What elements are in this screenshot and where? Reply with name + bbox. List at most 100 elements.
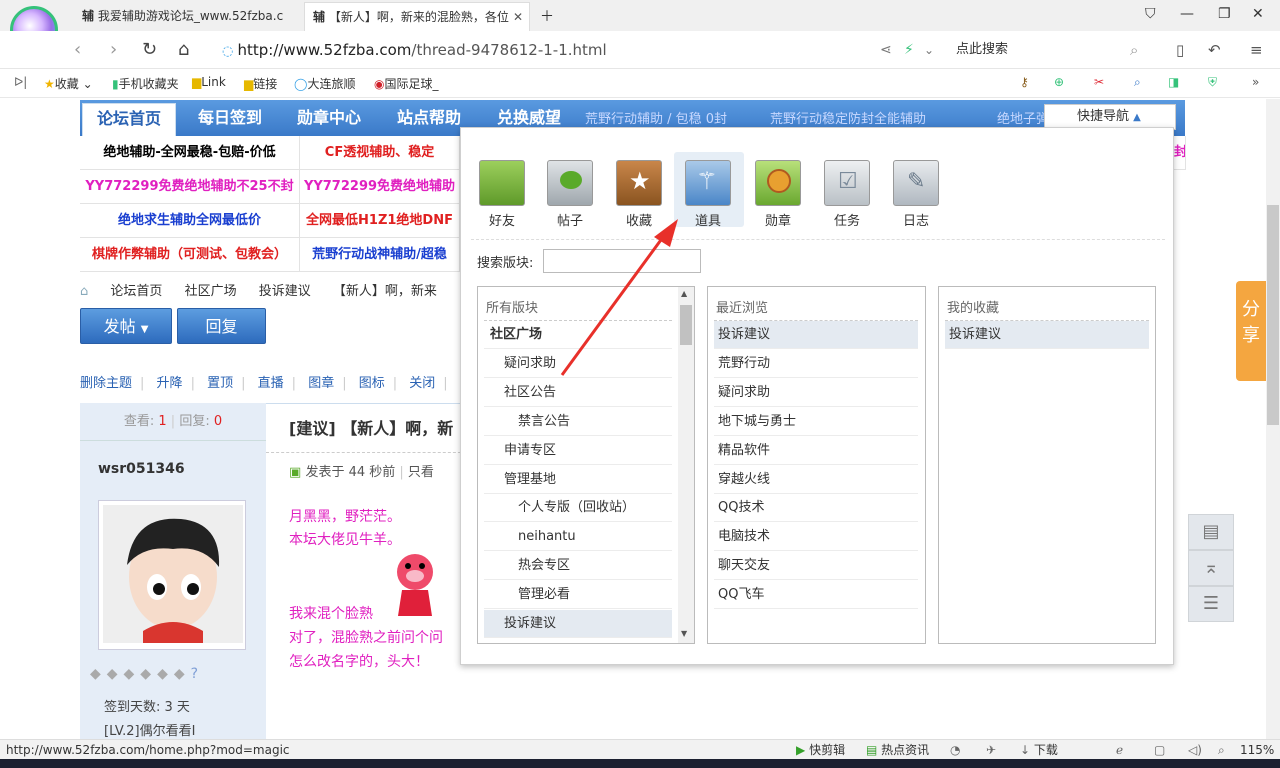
pin-icon[interactable]: ✈ xyxy=(986,741,996,759)
friends-icon[interactable] xyxy=(479,160,525,206)
icon-label[interactable]: 日志 xyxy=(881,210,951,229)
sidebar-toggle-icon[interactable]: ᐅ| xyxy=(14,75,27,89)
ie-icon[interactable]: ℯ xyxy=(1116,741,1123,759)
recent-item[interactable]: 疑问求助 xyxy=(714,379,918,407)
skin-icon[interactable]: ⛉ xyxy=(1145,6,1156,22)
home-icon[interactable]: ⌂ xyxy=(178,39,189,60)
menu-icon[interactable]: ≡ xyxy=(1250,41,1263,59)
icon-label[interactable]: 好友 xyxy=(467,210,537,229)
phone-icon[interactable]: ▯ xyxy=(1176,41,1184,59)
ad-link[interactable]: 绝地求生辅助全网最低价 xyxy=(80,204,300,238)
volume-icon[interactable]: ◁) xyxy=(1188,741,1202,759)
comment-icon[interactable]: ▤ xyxy=(1188,514,1234,550)
chevron-down-icon[interactable]: ⌄ xyxy=(924,43,934,57)
mod-stamp[interactable]: 图章 xyxy=(308,376,334,391)
recent-item[interactable]: 精品软件 xyxy=(714,437,918,465)
breadcrumb-item[interactable]: 论坛首页 xyxy=(110,284,162,299)
board-item[interactable]: neihantu xyxy=(484,523,672,551)
recent-item[interactable]: 穿越火线 xyxy=(714,466,918,494)
ad-link[interactable]: 全网最低H1Z1绝地DNF xyxy=(300,204,460,238)
recent-item[interactable]: 荒野行动 xyxy=(714,350,918,378)
ad-link[interactable]: 绝地辅助-全网最稳-包赔-价低 xyxy=(80,136,300,170)
recent-item[interactable]: QQ飞车 xyxy=(714,581,918,609)
zoom-icon[interactable]: ⌕ xyxy=(1218,741,1225,759)
list-icon[interactable]: ☰ xyxy=(1188,586,1234,622)
browser-tab-2[interactable]: 辅 【新人】啊，新来的混脸熟，各位 ✕ xyxy=(304,2,530,31)
blog-icon[interactable]: ✎ xyxy=(893,160,939,206)
maximize-icon[interactable]: ❐ xyxy=(1218,6,1231,22)
hot-news-item[interactable]: ▤ 热点资讯 xyxy=(866,741,929,759)
close-tab-icon[interactable]: ✕ xyxy=(513,3,523,31)
magnifier-icon[interactable]: ⌕ xyxy=(1134,75,1141,90)
browser-tab-1[interactable]: 辅 我爱辅助游戏论坛_www.52fzba.c xyxy=(74,2,300,31)
speed-mode-icon[interactable]: ⚡ xyxy=(904,42,914,58)
ad-link[interactable]: YY772299免费绝地辅助不25不封 xyxy=(80,170,300,204)
ad-link[interactable]: YY772299免费绝地辅助 xyxy=(300,170,460,204)
ad-link[interactable]: 棋牌作弊辅助（可测试、包教会） xyxy=(80,238,300,272)
magic-wand-icon[interactable]: ⚚ xyxy=(685,160,731,206)
board-item[interactable]: 热会专区 xyxy=(484,552,672,580)
breadcrumb-item[interactable]: 投诉建议 xyxy=(259,284,311,299)
recent-item[interactable]: 聊天交友 xyxy=(714,552,918,580)
nav-medals[interactable]: 勋章中心 xyxy=(297,100,361,136)
ad-link[interactable]: 荒野行动战神辅助/超稳 xyxy=(300,238,460,272)
mod-bump[interactable]: 升降 xyxy=(157,376,183,391)
new-post-button[interactable]: 发帖 ▼ xyxy=(80,308,172,344)
shield-icon[interactable]: ⛨ xyxy=(1208,75,1217,90)
breadcrumb-item[interactable]: 社区广场 xyxy=(185,284,237,299)
address-bar[interactable]: ◌ http://www.52fzba.com/thread-9478612-1… xyxy=(222,36,862,64)
quick-edit-item[interactable]: ▶ 快剪辑 xyxy=(796,741,845,759)
bookmark-dalian[interactable]: ◯大连旅顺 xyxy=(294,75,355,92)
share-button[interactable]: 分享 xyxy=(1236,281,1266,381)
recent-item[interactable]: 投诉建议 xyxy=(714,321,918,349)
avatar[interactable] xyxy=(98,500,246,650)
scrollbar-thumb[interactable] xyxy=(1267,205,1279,425)
key-icon[interactable]: ⚷ xyxy=(1020,75,1029,89)
task-icon[interactable]: ☑ xyxy=(824,160,870,206)
ad-link[interactable]: CF透视辅助、稳定 xyxy=(300,136,460,170)
share-page-icon[interactable]: ⋖ xyxy=(880,42,892,58)
window-icon[interactable]: ▢ xyxy=(1154,741,1165,759)
bookmark-favorites[interactable]: ★收藏 ⌄ xyxy=(44,75,93,92)
scissors-icon[interactable]: ✂ xyxy=(1094,75,1104,89)
nav-home[interactable]: 论坛首页 xyxy=(82,103,177,136)
mod-sticky[interactable]: 置顶 xyxy=(207,376,233,391)
nav-signin[interactable]: 每日签到 xyxy=(198,100,262,136)
recent-item[interactable]: QQ技术 xyxy=(714,494,918,522)
add-extension-icon[interactable]: ⊕ xyxy=(1054,75,1064,89)
mod-icon[interactable]: 图标 xyxy=(359,376,385,391)
back-to-top-icon[interactable]: ⌅ xyxy=(1188,550,1234,586)
reply-button[interactable]: 回复 xyxy=(177,308,266,344)
medal-icon[interactable] xyxy=(755,160,801,206)
bookmark-football[interactable]: ◉国际足球_ xyxy=(374,75,439,92)
minimize-icon[interactable]: — xyxy=(1180,6,1194,22)
mod-close[interactable]: 关闭 xyxy=(409,376,435,391)
board-item[interactable]: 禁言公告 xyxy=(484,408,672,436)
posts-icon[interactable] xyxy=(547,160,593,206)
icon-label[interactable]: 勋章 xyxy=(743,210,813,229)
favorites-icon[interactable]: ★ xyxy=(616,160,662,206)
game-icon[interactable]: ◨ xyxy=(1168,75,1179,89)
home-icon[interactable]: ⌂ xyxy=(80,284,88,299)
board-item[interactable]: 管理必看 xyxy=(484,581,672,609)
author-name[interactable]: wsr051346 xyxy=(98,461,185,477)
only-view-link[interactable]: 只看 xyxy=(408,465,434,480)
reload-icon[interactable]: ↻ xyxy=(142,39,157,60)
recent-item[interactable]: 电脑技术 xyxy=(714,523,918,551)
download-item[interactable]: ↓ 下载 xyxy=(1020,741,1058,759)
undo-icon[interactable]: ↶ xyxy=(1208,41,1221,59)
speed-icon[interactable]: ◔ xyxy=(950,741,960,759)
more-icon[interactable]: » xyxy=(1252,75,1259,89)
nav-help[interactable]: 站点帮助 xyxy=(397,100,461,136)
forward-icon[interactable]: › xyxy=(110,39,117,60)
close-window-icon[interactable]: ✕ xyxy=(1252,6,1264,22)
board-item[interactable]: 管理基地 xyxy=(484,466,672,494)
back-icon[interactable]: ‹ xyxy=(74,39,81,60)
board-item[interactable]: 申请专区 xyxy=(484,437,672,465)
mod-live[interactable]: 直播 xyxy=(258,376,284,391)
board-item-selected[interactable]: 投诉建议 xyxy=(484,610,672,638)
zoom-level[interactable]: 115% xyxy=(1240,741,1274,759)
bookmark-mobile[interactable]: ▮手机收藏夹 xyxy=(112,75,179,92)
breadcrumb-item[interactable]: 【新人】啊，新来 xyxy=(333,284,437,299)
board-item[interactable]: 个人专版（回收站） xyxy=(484,494,672,522)
